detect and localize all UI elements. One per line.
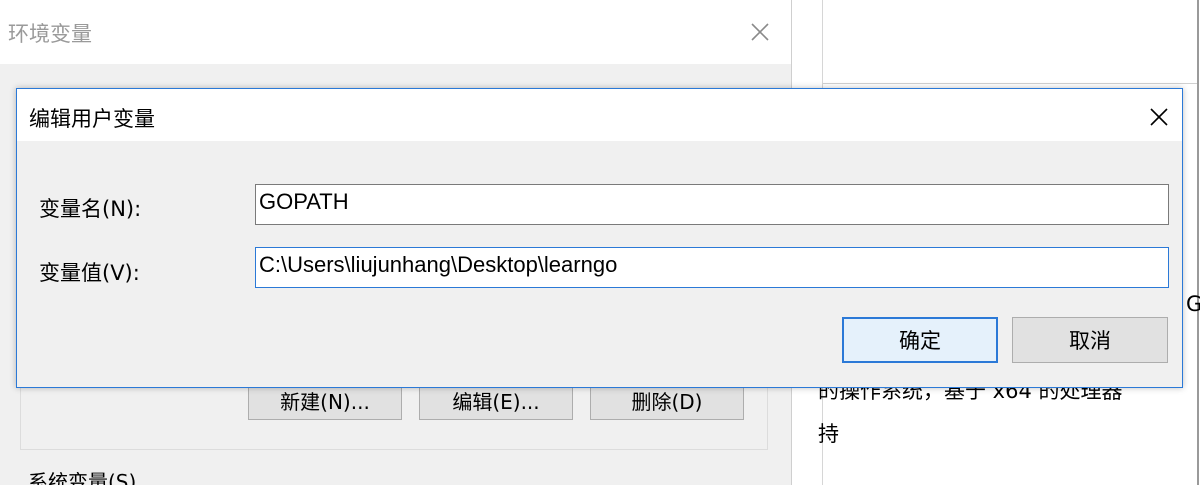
system-info-text: G xyxy=(1186,292,1200,316)
ok-button[interactable]: 确定 xyxy=(842,317,998,363)
variable-value-label: 变量值(V): xyxy=(39,261,140,285)
close-button[interactable] xyxy=(1141,99,1177,135)
dialog-titlebar: 编辑用户变量 xyxy=(17,89,1182,141)
system-variables-label: 系统变量(S) xyxy=(28,470,137,485)
close-icon xyxy=(751,23,769,41)
dialog-title: 编辑用户变量 xyxy=(29,107,155,131)
window-title: 环境变量 xyxy=(8,22,92,46)
variable-name-input[interactable]: GOPATH xyxy=(255,184,1169,225)
variable-value-input[interactable]: C:\Users\liujunhang\Desktop\learngo xyxy=(255,247,1169,288)
window-border xyxy=(1197,0,1199,485)
edit-user-variable-dialog: 编辑用户变量 变量名(N): GOPATH 变量值(V): C:\Users\l… xyxy=(16,88,1183,388)
close-button[interactable] xyxy=(742,14,778,50)
variable-name-label: 变量名(N): xyxy=(39,197,142,221)
system-info-text: 持 xyxy=(818,422,839,446)
window-titlebar: 环境变量 xyxy=(0,0,791,64)
divider xyxy=(823,83,1197,84)
desktop: G 的操作系统，基于 x64 的处理器 持 环境变量 新建(N)... 编辑(E… xyxy=(0,0,1200,485)
close-icon xyxy=(1150,108,1168,126)
cancel-button[interactable]: 取消 xyxy=(1012,317,1168,363)
